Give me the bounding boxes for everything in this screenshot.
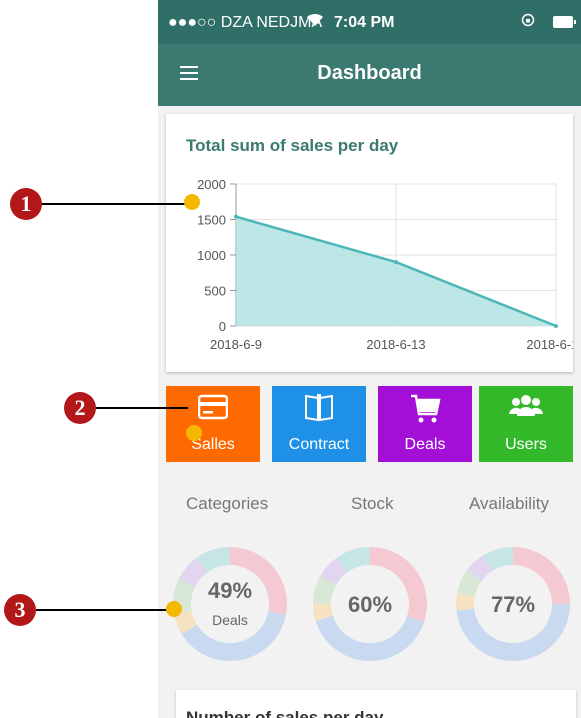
callout-3: 3 (4, 594, 36, 626)
donut-stock: 60% (310, 544, 430, 664)
orientation-lock-icon (521, 13, 535, 30)
tile-salles[interactable]: Salles (166, 386, 260, 462)
callout-3-line (36, 609, 170, 611)
x-tick-label: 2018-6-9 (210, 337, 262, 352)
wifi-icon (306, 12, 324, 33)
data-point (554, 324, 558, 328)
status-bar: ●●●○○ DZA NEDJMA 7:04 PM (158, 0, 581, 44)
y-tick-label: 1000 (197, 248, 226, 263)
tile-users[interactable]: Users (479, 386, 573, 462)
donut-categories: 49% Deals (170, 544, 290, 664)
callout-2-line (96, 407, 188, 409)
tile-contract-label: Contract (288, 436, 350, 453)
marker-2 (186, 425, 202, 441)
donut-categories-ring (173, 547, 287, 661)
tile-contract[interactable]: Contract (272, 386, 366, 462)
y-tick-label: 2000 (197, 177, 226, 192)
data-point (234, 214, 238, 219)
x-tick-label: 2018-6-17 (526, 337, 573, 352)
battery-icon (553, 16, 576, 28)
y-tick-label: 1500 (197, 213, 226, 228)
sales-count-card: Number of sales per day (176, 690, 576, 718)
x-tick-label: 2018-6-13 (366, 337, 425, 352)
donut-categories-caption: Deals (212, 612, 248, 628)
y-tick-label: 0 (219, 319, 226, 334)
sales-count-title: Number of sales per day (186, 708, 384, 718)
shopping-cart-icon (378, 394, 472, 423)
y-tick-label: 500 (204, 284, 226, 299)
donut-availability: 77% (453, 544, 573, 664)
phone-screen: ●●●○○ DZA NEDJMA 7:04 PM Dashboard Total… (158, 0, 581, 718)
app-bar: Dashboard (158, 44, 581, 106)
stat-label-availability: Availability (469, 494, 550, 513)
tile-deals[interactable]: Deals (378, 386, 472, 462)
callout-2: 2 (64, 392, 96, 424)
tile-deals-label: Deals (404, 436, 446, 453)
data-point (394, 260, 398, 265)
users-icon (479, 394, 573, 420)
quick-action-tiles: Salles Contract Deals Users (166, 386, 573, 462)
page-title: Dashboard (317, 62, 422, 84)
callout-1: 1 (10, 188, 42, 220)
stat-label-categories: Categories (186, 494, 269, 513)
donut-stock-percent: 60% (347, 592, 393, 617)
marker-3 (166, 601, 182, 617)
donut-availability-percent: 77% (490, 592, 536, 617)
tile-users-label: Users (505, 436, 547, 453)
sales-area-chart: 0 500 1000 1500 2000 2018-6-9 2018-6-13 2018-6-… (197, 177, 573, 352)
callout-1-line (42, 203, 188, 205)
status-time: 7:04 PM (334, 14, 395, 31)
sales-chart-card: Total sum of sales per day 0 500 1000 1500 2… (166, 114, 573, 372)
tile-salles-label: Salles (191, 436, 235, 453)
stat-label-stock: Stock (351, 494, 394, 513)
marker-1 (184, 194, 200, 210)
donut-categories-percent: 49% (207, 578, 253, 603)
carrier-text: ●●●○○ DZA NEDJMA (168, 14, 323, 31)
book-icon (272, 394, 366, 422)
